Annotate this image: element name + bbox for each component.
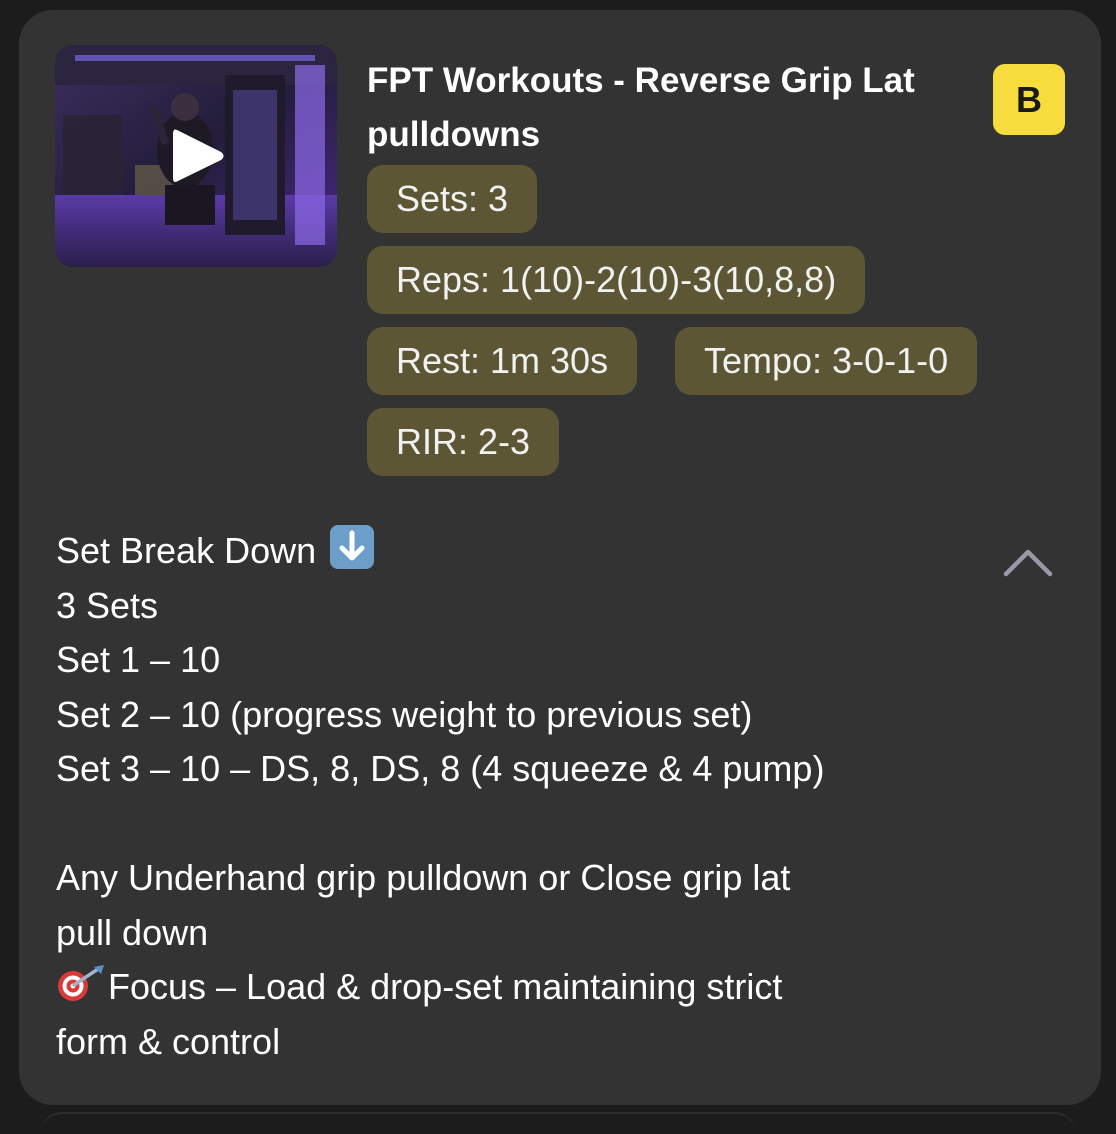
sets-chip: Sets: 3 bbox=[367, 165, 538, 233]
chevron-up-icon[interactable] bbox=[1002, 542, 1054, 582]
exercise-video-thumbnail[interactable] bbox=[55, 45, 337, 267]
play-icon[interactable] bbox=[169, 126, 229, 186]
focus-line: Focus – Load & drop-set maintaining stri… bbox=[56, 960, 1006, 1015]
note-line: Any Underhand grip pulldown or Close gri… bbox=[56, 857, 791, 898]
down-arrow-emoji-icon bbox=[330, 525, 375, 569]
tempo-chip: Tempo: 3-0-1-0 bbox=[675, 327, 978, 395]
rest-chip: Rest: 1m 30s bbox=[367, 327, 638, 395]
focus-line-continued: form & control bbox=[56, 1020, 281, 1062]
set-breakdown-label: Set Break Down bbox=[56, 530, 317, 571]
set-breakdown-heading: Set Break Down bbox=[56, 524, 1006, 579]
breakdown-line: Set 1 – 10 bbox=[56, 639, 221, 680]
reps-chip: Reps: 1(10)-2(10)-3(10,8,8) bbox=[367, 246, 866, 314]
breakdown-line: 3 Sets bbox=[56, 584, 159, 626]
note-line: pull down bbox=[56, 911, 209, 953]
dart-target-emoji-icon bbox=[58, 965, 104, 1001]
focus-text: Focus – Load & drop-set maintaining stri… bbox=[108, 966, 783, 1007]
exercise-title: FPT Workouts - Reverse Grip Lat pulldown… bbox=[367, 61, 915, 154]
breakdown-line: Set 2 – 10 (progress weight to previous … bbox=[56, 693, 753, 735]
exercise-card: FPT Workouts - Reverse Grip Lat pulldown… bbox=[19, 10, 1101, 1105]
exercise-description: Set Break Down 3 Sets Set 1 – 10 Set 2 –… bbox=[56, 524, 1006, 1069]
superset-badge[interactable]: B bbox=[993, 64, 1065, 135]
rir-chip: RIR: 2-3 bbox=[367, 408, 560, 476]
breakdown-line: Set 3 – 10 – DS, 8, DS, 8 (4 squeeze & 4… bbox=[56, 748, 825, 789]
next-card-edge bbox=[40, 1112, 1076, 1134]
